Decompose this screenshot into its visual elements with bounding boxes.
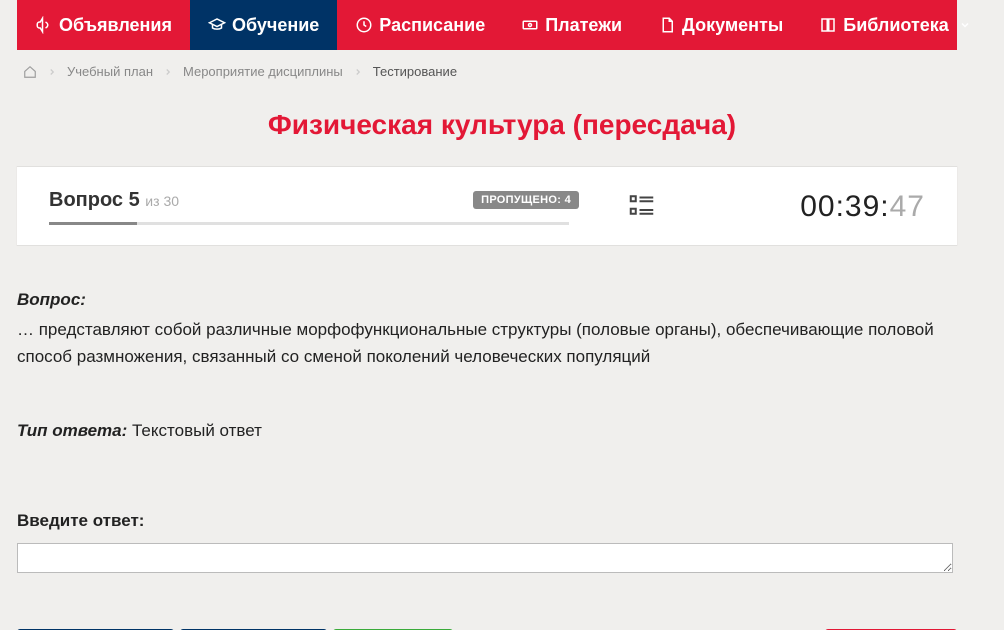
chevron-right-icon bbox=[47, 67, 57, 77]
breadcrumb: Учебный план Мероприятие дисциплины Тест… bbox=[17, 50, 987, 87]
nav-label: Расписание bbox=[379, 15, 485, 36]
nav-library[interactable]: Библиотека bbox=[801, 0, 989, 50]
breadcrumb-link[interactable]: Учебный план bbox=[67, 64, 153, 79]
grad-cap-icon bbox=[208, 16, 226, 34]
nav-label: Документы bbox=[682, 15, 783, 36]
nav-payments[interactable]: Платежи bbox=[503, 0, 640, 50]
skipped-badge: ПРОПУЩЕНО: 4 bbox=[473, 191, 579, 209]
breadcrumb-link[interactable]: Мероприятие дисциплины bbox=[183, 64, 343, 79]
answer-type-value: Текстовый ответ bbox=[132, 421, 262, 440]
question-list-icon[interactable] bbox=[627, 190, 657, 225]
megaphone-icon bbox=[35, 16, 53, 34]
nav-label: Объявления bbox=[59, 15, 172, 36]
nav-documents[interactable]: Документы bbox=[640, 0, 801, 50]
answer-input[interactable] bbox=[17, 543, 953, 573]
breadcrumb-current: Тестирование bbox=[373, 64, 457, 79]
chevron-right-icon bbox=[353, 67, 363, 77]
nav-label: Платежи bbox=[545, 15, 622, 36]
question-header-card: Вопрос 5 из 30 ПРОПУЩЕНО: 4 bbox=[17, 167, 957, 245]
clock-icon bbox=[355, 16, 373, 34]
chevron-down-icon bbox=[959, 19, 971, 31]
nav-announcements[interactable]: Объявления bbox=[17, 0, 190, 50]
nav-label: Обучение bbox=[232, 15, 319, 36]
answer-input-label: Введите ответ: bbox=[17, 508, 957, 534]
chevron-right-icon bbox=[163, 67, 173, 77]
home-icon bbox=[23, 65, 37, 79]
answer-type-label: Тип ответа: bbox=[17, 421, 127, 440]
question-label: Вопрос: bbox=[17, 290, 86, 309]
timer: 00:39:47 bbox=[705, 190, 925, 224]
question-body: Вопрос: … представляют собой различные м… bbox=[17, 245, 957, 630]
progress-bar bbox=[49, 222, 569, 225]
doc-icon bbox=[658, 16, 676, 34]
question-text: … представляют собой различные морфофунк… bbox=[17, 317, 957, 370]
nav-education[interactable]: Обучение bbox=[190, 0, 337, 50]
book-icon bbox=[819, 16, 837, 34]
breadcrumb-home[interactable] bbox=[23, 65, 37, 79]
main-navigation: Объявления Обучение Расписание Платежи bbox=[17, 0, 957, 50]
nav-schedule[interactable]: Расписание bbox=[337, 0, 503, 50]
nav-label: Библиотека bbox=[843, 15, 949, 36]
money-icon bbox=[521, 16, 539, 34]
page-title: Физическая культура (пересдача) bbox=[17, 109, 987, 141]
